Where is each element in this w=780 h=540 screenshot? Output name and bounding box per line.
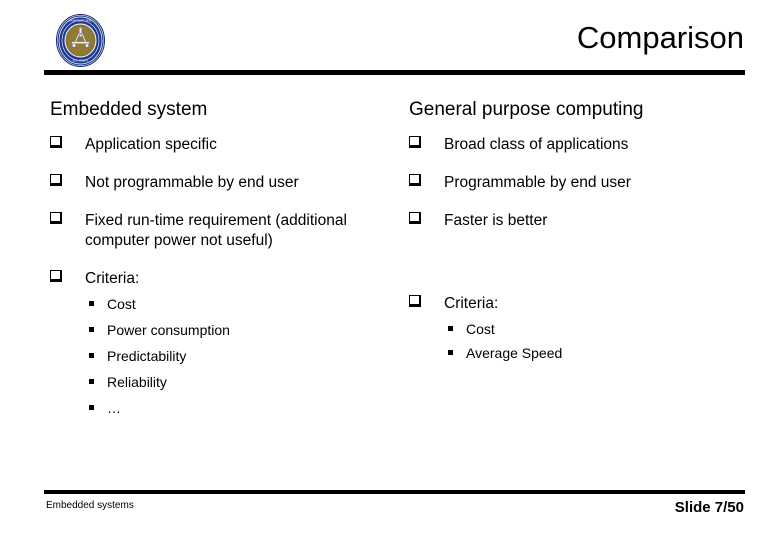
hollow-square-bullet-icon	[50, 212, 62, 224]
sub-list-item: Cost	[85, 295, 407, 313]
sub-list-item: Reliability	[85, 373, 407, 391]
list-item-label: Criteria:	[444, 295, 499, 312]
column-embedded-system: Embedded system Application specific Not…	[47, 98, 407, 417]
list-item-label: Faster is better	[444, 212, 548, 229]
sub-list-item: Cost	[444, 320, 756, 338]
sub-bullet-list: Cost Average Speed	[444, 320, 756, 362]
header-divider	[44, 70, 745, 75]
sub-list-item: Power consumption	[85, 321, 407, 339]
filled-square-bullet-icon	[89, 301, 94, 306]
filled-square-bullet-icon	[448, 326, 453, 331]
sub-list-item-label: Reliability	[107, 374, 167, 390]
list-item: Programmable by end user	[406, 173, 756, 193]
sub-list-item-label: Average Speed	[466, 345, 563, 361]
sub-list-item: …	[85, 399, 407, 417]
hollow-square-bullet-icon	[409, 136, 421, 148]
list-item: Faster is better	[406, 211, 756, 231]
hollow-square-bullet-icon	[409, 295, 421, 307]
filled-square-bullet-icon	[89, 379, 94, 384]
sub-list-item: Predictability	[85, 347, 407, 365]
list-item-label: Criteria:	[85, 270, 140, 287]
list-item: Criteria: Cost Power consumption Predict…	[47, 269, 407, 417]
column-heading: General purpose computing	[409, 99, 644, 120]
column-general-purpose-computing: General purpose computing Broad class of…	[406, 98, 756, 362]
filled-square-bullet-icon	[89, 405, 94, 410]
sub-list-item-label: Power consumption	[107, 322, 230, 338]
sub-list-item-label: Cost	[107, 296, 136, 312]
filled-square-bullet-icon	[448, 350, 453, 355]
list-item: Criteria: Cost Average Speed	[406, 294, 756, 362]
hollow-square-bullet-icon	[409, 212, 421, 224]
hollow-square-bullet-icon	[50, 136, 62, 148]
sub-bullet-list: Cost Power consumption Predictability Re…	[85, 295, 407, 417]
filled-square-bullet-icon	[89, 353, 94, 358]
list-item-label: Not programmable by end user	[85, 174, 299, 191]
list-item: Application specific	[47, 135, 407, 155]
footer-divider	[44, 490, 745, 494]
bullet-list: Broad class of applications Programmable…	[406, 135, 756, 362]
list-item-label: Application specific	[85, 136, 217, 153]
column-heading: Embedded system	[50, 99, 208, 120]
university-seal-logo-icon: UNIVERSITY SEAL EST. MCMXL	[54, 14, 107, 67]
bullet-list: Application specific Not programmable by…	[47, 135, 407, 417]
layout-spacer	[406, 231, 756, 276]
hollow-square-bullet-icon	[50, 174, 62, 186]
sub-list-item-label: Predictability	[107, 348, 187, 364]
sub-list-item-label: Cost	[466, 321, 495, 337]
slide-number: Slide 7/50	[674, 499, 744, 516]
list-item: Not programmable by end user	[47, 173, 407, 193]
filled-square-bullet-icon	[89, 327, 94, 332]
sub-list-item: Average Speed	[444, 344, 756, 362]
slide: UNIVERSITY SEAL EST. MCMXL Comparison Em…	[0, 0, 780, 540]
list-item-label: Broad class of applications	[444, 136, 629, 153]
list-item: Broad class of applications	[406, 135, 756, 155]
page-title: Comparison	[576, 20, 744, 55]
hollow-square-bullet-icon	[50, 270, 62, 282]
footer-label: Embedded systems	[46, 500, 134, 511]
list-item: Fixed run-time requirement (additional c…	[47, 211, 407, 251]
list-item-label: Programmable by end user	[444, 174, 631, 191]
hollow-square-bullet-icon	[409, 174, 421, 186]
sub-list-item-label: …	[107, 400, 121, 416]
list-item-label: Fixed run-time requirement (additional c…	[85, 212, 347, 249]
